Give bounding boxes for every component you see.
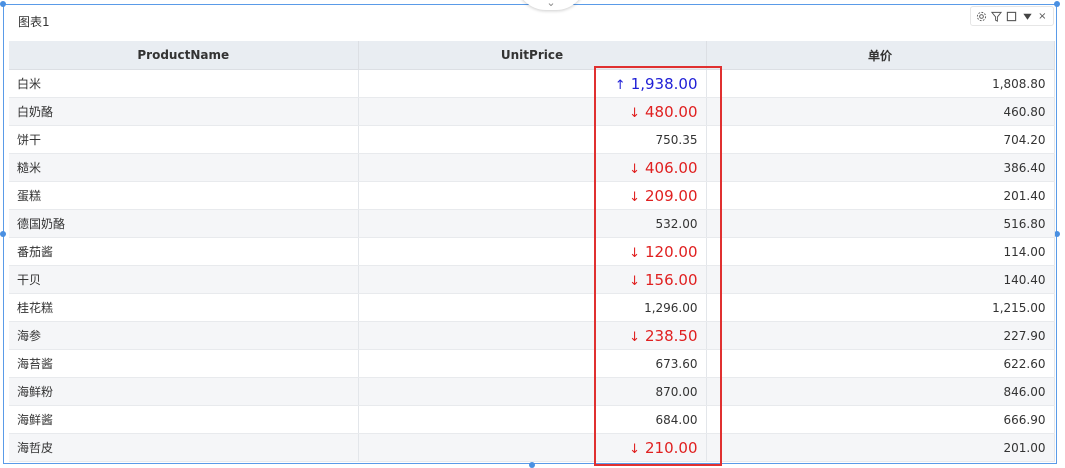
cell-unit-price: ↑ 1,938.00 <box>358 69 707 98</box>
cell-unit-price: 684.00 <box>358 405 707 434</box>
table-row[interactable]: 海哲皮 ↓ 210.00 201.00 <box>9 433 1055 462</box>
unit-price-value: 210.00 <box>645 438 698 457</box>
cell-product-name: 蛋糕 <box>9 181 359 210</box>
cell-price: 1,808.80 <box>706 69 1055 98</box>
widget-title: 图表1 <box>18 15 50 29</box>
decrease-flag: ↓ 120.00 <box>629 243 697 261</box>
increase-flag: ↑ 1,938.00 <box>615 75 698 93</box>
cell-unit-price: ↓ 120.00 <box>358 237 707 266</box>
cell-price: 201.00 <box>706 433 1055 462</box>
unit-price-value: 156.00 <box>645 270 698 289</box>
cell-product-name: 饼干 <box>9 125 359 154</box>
cell-price: 622.60 <box>706 349 1055 378</box>
cell-product-name: 海鲜粉 <box>9 377 359 406</box>
cell-unit-price: ↓ 210.00 <box>358 433 707 462</box>
cell-unit-price: ↓ 156.00 <box>358 265 707 294</box>
decrease-flag: ↓ 480.00 <box>629 103 697 121</box>
resize-handle-middle-left[interactable] <box>0 231 6 237</box>
cell-price: 114.00 <box>706 237 1055 266</box>
arrow-down-icon: ↓ <box>629 329 640 345</box>
cell-product-name: 糙米 <box>9 153 359 182</box>
data-table: ProductName UnitPrice 单价 白米 ↑ 1,938.00 1,80… <box>9 41 1055 462</box>
table-row[interactable]: 干贝 ↓ 156.00 140.40 <box>9 265 1055 294</box>
cell-product-name: 白奶酪 <box>9 97 359 126</box>
decrease-flag: ↓ 238.50 <box>629 327 697 345</box>
cell-unit-price: 673.60 <box>358 349 707 378</box>
unit-price-value: 209.00 <box>645 186 698 205</box>
cell-price: 201.40 <box>706 181 1055 210</box>
table-row[interactable]: 白米 ↑ 1,938.00 1,808.80 <box>9 69 1055 98</box>
table-row[interactable]: 糙米 ↓ 406.00 386.40 <box>9 153 1055 182</box>
triangle-down-icon[interactable] <box>1021 10 1033 22</box>
unit-price-value: 238.50 <box>645 326 698 345</box>
close-icon[interactable]: × <box>1036 10 1048 22</box>
arrow-down-icon: ↓ <box>629 245 640 261</box>
table-row[interactable]: 德国奶酪 532.00 516.80 <box>9 209 1055 238</box>
cell-product-name: 白米 <box>9 69 359 98</box>
table-row[interactable]: 海苔酱 673.60 622.60 <box>9 349 1055 378</box>
cell-unit-price: 532.00 <box>358 209 707 238</box>
table-row[interactable]: 海鲜酱 684.00 666.90 <box>9 405 1055 434</box>
filter-icon[interactable] <box>991 10 1003 22</box>
cell-unit-price: ↓ 209.00 <box>358 181 707 210</box>
cell-unit-price: ↓ 238.50 <box>358 321 707 350</box>
cell-price: 140.40 <box>706 265 1055 294</box>
resize-handle-top-right[interactable] <box>1054 1 1060 7</box>
cell-product-name: 海参 <box>9 321 359 350</box>
cell-price: 666.90 <box>706 405 1055 434</box>
square-icon[interactable] <box>1006 10 1018 22</box>
cell-price: 704.20 <box>706 125 1055 154</box>
cell-product-name: 海苔酱 <box>9 349 359 378</box>
resize-handle-middle-right[interactable] <box>1054 231 1060 237</box>
cell-product-name: 海哲皮 <box>9 433 359 462</box>
cell-product-name: 番茄酱 <box>9 237 359 266</box>
cell-price: 460.80 <box>706 97 1055 126</box>
arrow-down-icon: ↓ <box>629 189 640 205</box>
cell-unit-price: ↓ 480.00 <box>358 97 707 126</box>
table-row[interactable]: 海鲜粉 870.00 846.00 <box>9 377 1055 406</box>
arrow-down-icon: ↓ <box>629 105 640 121</box>
table-body: 白米 ↑ 1,938.00 1,808.80 白奶酪 ↓ 480.00 460.80 饼干 750… <box>9 69 1055 462</box>
decrease-flag: ↓ 156.00 <box>629 271 697 289</box>
table-row[interactable]: 番茄酱 ↓ 120.00 114.00 <box>9 237 1055 266</box>
column-header-price[interactable]: 单价 <box>706 41 1055 70</box>
cell-price: 227.90 <box>706 321 1055 350</box>
table-row[interactable]: 海参 ↓ 238.50 227.90 <box>9 321 1055 350</box>
cell-unit-price: 870.00 <box>358 377 707 406</box>
cell-unit-price: ↓ 406.00 <box>358 153 707 182</box>
cell-product-name: 桂花糕 <box>9 293 359 322</box>
table-row[interactable]: 蛋糕 ↓ 209.00 201.40 <box>9 181 1055 210</box>
cell-product-name: 德国奶酪 <box>9 209 359 238</box>
arrow-down-icon: ↓ <box>629 273 640 289</box>
decrease-flag: ↓ 209.00 <box>629 187 697 205</box>
table-header-row: ProductName UnitPrice 单价 <box>9 41 1055 70</box>
cell-product-name: 干贝 <box>9 265 359 294</box>
column-header-unitprice[interactable]: UnitPrice <box>358 41 707 70</box>
table-row[interactable]: 桂花糕 1,296.00 1,215.00 <box>9 293 1055 322</box>
cell-price: 516.80 <box>706 209 1055 238</box>
resize-handle-top-left[interactable] <box>0 1 6 7</box>
cell-unit-price: 750.35 <box>358 125 707 154</box>
decrease-flag: ↓ 406.00 <box>629 159 697 177</box>
cell-product-name: 海鲜酱 <box>9 405 359 434</box>
cell-price: 386.40 <box>706 153 1055 182</box>
arrow-up-icon: ↑ <box>614 77 626 93</box>
cell-price: 846.00 <box>706 377 1055 406</box>
chevron-down-icon: ⌄ <box>546 0 556 9</box>
cell-price: 1,215.00 <box>706 293 1055 322</box>
table-row[interactable]: 白奶酪 ↓ 480.00 460.80 <box>9 97 1055 126</box>
cell-unit-price: 1,296.00 <box>358 293 707 322</box>
gear-icon[interactable] <box>976 10 988 22</box>
decrease-flag: ↓ 210.00 <box>629 439 697 457</box>
resize-handle-bottom-middle[interactable] <box>529 462 535 468</box>
table-row[interactable]: 饼干 750.35 704.20 <box>9 125 1055 154</box>
arrow-down-icon: ↓ <box>629 441 640 457</box>
column-header-productname[interactable]: ProductName <box>9 41 359 70</box>
arrow-down-icon: ↓ <box>629 161 640 177</box>
widget-toolbar: × <box>970 6 1054 26</box>
unit-price-value: 480.00 <box>645 102 698 121</box>
unit-price-value: 120.00 <box>645 242 698 261</box>
unit-price-value: 1,938.00 <box>630 74 698 93</box>
unit-price-value: 406.00 <box>645 158 698 177</box>
